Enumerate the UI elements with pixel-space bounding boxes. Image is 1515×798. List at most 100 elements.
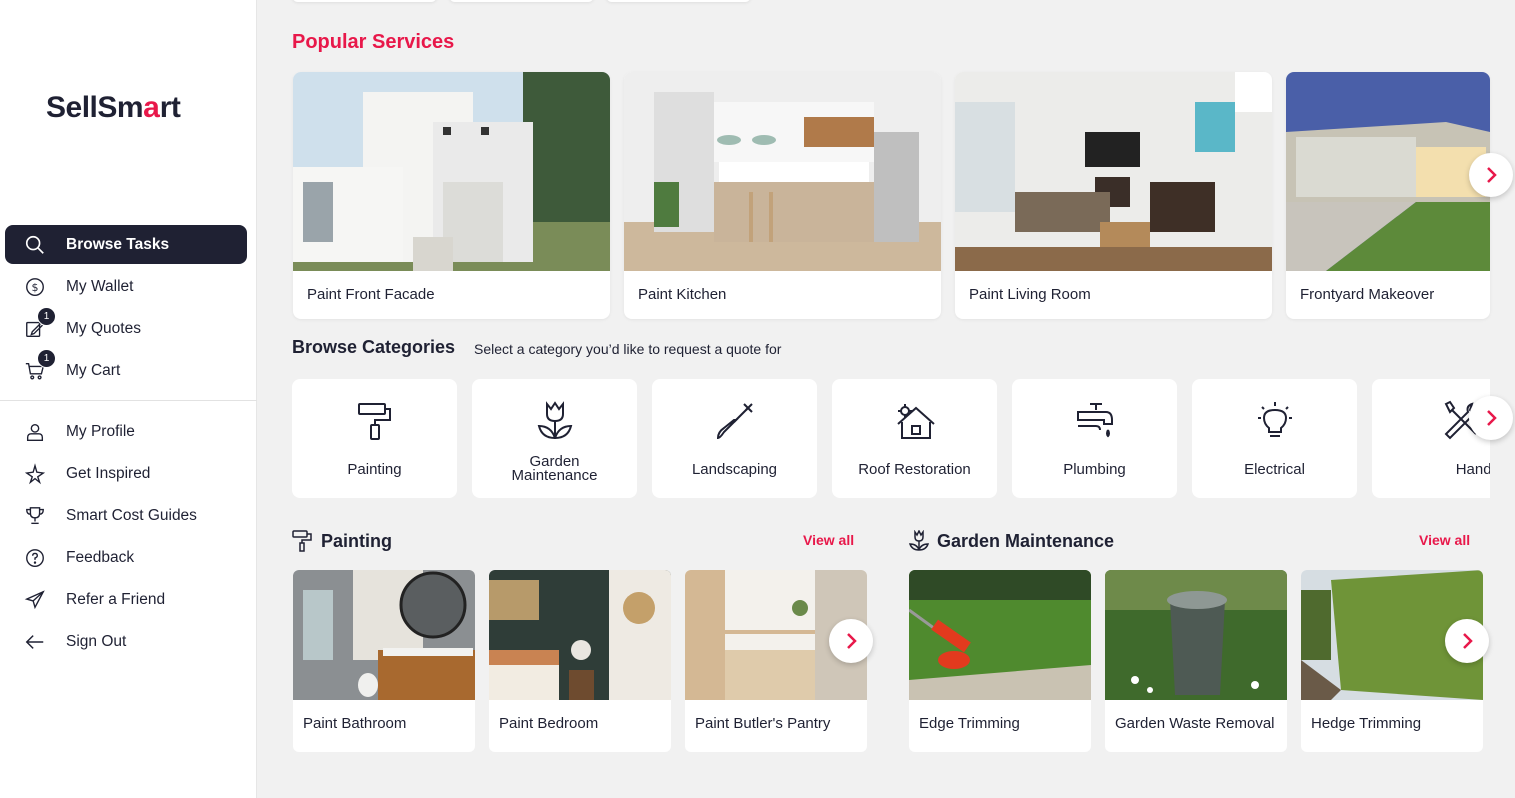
top-scrolled-cards	[292, 0, 751, 2]
task-label: Paint Bathroom	[303, 715, 407, 732]
task-label: Hedge Trimming	[1311, 715, 1422, 732]
service-card-paint-living-room[interactable]: Paint Living Room	[955, 72, 1272, 319]
categories-next-button[interactable]	[1469, 396, 1513, 440]
chevron-right-icon	[1463, 633, 1473, 649]
question-circle-icon	[23, 546, 47, 570]
sidebar-item-label: My Cart	[66, 361, 121, 379]
dollar-coin-icon: $	[23, 275, 47, 299]
browse-categories-subtitle: Select a category you’d like to request …	[474, 341, 782, 357]
category-label: Electrical	[1244, 461, 1305, 478]
sidebar-item-label: My Quotes	[66, 319, 141, 337]
service-label: Paint Kitchen	[638, 286, 727, 303]
sidebar-item-my-quotes[interactable]: 1 My Quotes	[5, 306, 247, 348]
popular-services-title: Popular Services	[292, 31, 455, 53]
painting-view-all-link[interactable]: View all	[803, 532, 854, 548]
svg-text:$: $	[32, 281, 39, 294]
logo-text-accent: a	[143, 91, 160, 124]
quotes-count-badge: 1	[37, 306, 56, 326]
category-label: Roof Restoration	[858, 461, 971, 478]
category-label-line2: Maintenance	[511, 467, 598, 484]
category-landscaping[interactable]: Landscaping	[652, 379, 817, 498]
sidebar-item-smart-cost-guides[interactable]: Smart Cost Guides	[5, 496, 247, 535]
painting-next-button[interactable]	[829, 619, 873, 663]
garden-title-text: Garden Maintenance	[937, 530, 1115, 551]
service-image	[1286, 72, 1490, 271]
task-image	[909, 570, 1091, 700]
service-card-paint-front-facade[interactable]: Paint Front Facade	[293, 72, 610, 319]
category-roof-restoration[interactable]: Roof Restoration	[832, 379, 997, 498]
task-label: Paint Butler's Pantry	[695, 715, 831, 732]
garden-view-all-link[interactable]: View all	[1419, 532, 1470, 548]
paper-plane-icon	[23, 588, 47, 612]
lightbulb-icon	[1253, 399, 1297, 443]
category-handyman[interactable]: Handyman	[1372, 379, 1490, 498]
task-card-paint-butlers-pantry[interactable]: Paint Butler's Pantry	[685, 570, 867, 752]
task-card-hedge-trimming[interactable]: Hedge Trimming	[1301, 570, 1483, 752]
category-label: Handyman	[1455, 461, 1490, 478]
sidebar-item-label: Smart Cost Guides	[66, 506, 197, 524]
task-label: Paint Bedroom	[499, 715, 599, 732]
service-image	[293, 72, 610, 271]
task-card-edge-trimming[interactable]: Edge Trimming	[909, 570, 1091, 752]
quote-edit-icon: 1	[23, 306, 56, 341]
service-image	[955, 72, 1272, 271]
tulip-icon	[908, 530, 930, 552]
task-label: Edge Trimming	[919, 715, 1020, 732]
service-card-paint-kitchen[interactable]: Paint Kitchen	[624, 72, 941, 319]
scrolled-card	[606, 0, 751, 2]
category-label: Landscaping	[691, 461, 778, 478]
sidebar: SellSm a rt Browse Tasks $ My Wallet 1 M…	[0, 0, 257, 798]
garden-maintenance-section-title: Garden Maintenance	[908, 530, 1114, 552]
category-label: Plumbing	[1063, 461, 1126, 478]
chevron-right-icon	[1487, 167, 1497, 183]
category-garden-maintenance[interactable]: Garden Maintenance	[472, 379, 637, 498]
browse-categories-title: Browse Categories	[292, 337, 456, 357]
chevron-right-icon	[847, 633, 857, 649]
task-image	[489, 570, 671, 700]
task-card-paint-bedroom[interactable]: Paint Bedroom	[489, 570, 671, 752]
tap-icon	[1073, 399, 1117, 443]
shovel-icon	[713, 399, 757, 443]
scrolled-card	[292, 0, 437, 2]
popular-next-button[interactable]	[1469, 153, 1513, 197]
garden-next-button[interactable]	[1445, 619, 1489, 663]
chevron-right-icon	[1487, 410, 1497, 426]
sidebar-item-my-cart[interactable]: 1 My Cart	[5, 348, 247, 390]
sellsmart-logo[interactable]: SellSm a rt	[46, 88, 181, 128]
scrolled-card	[449, 0, 594, 2]
task-card-garden-waste-removal[interactable]: Garden Waste Removal	[1105, 570, 1287, 752]
sidebar-divider	[0, 400, 257, 401]
category-plumbing[interactable]: Plumbing	[1012, 379, 1177, 498]
trophy-icon	[23, 504, 47, 528]
sidebar-item-my-wallet[interactable]: $ My Wallet	[5, 267, 247, 306]
sidebar-item-refer-a-friend[interactable]: Refer a Friend	[5, 580, 247, 619]
user-icon	[23, 420, 47, 444]
painting-title-text: Painting	[321, 530, 392, 551]
cart-icon: 1	[23, 348, 56, 383]
search-icon	[23, 233, 47, 257]
sidebar-item-sign-out[interactable]: Sign Out	[5, 622, 247, 661]
service-label: Paint Living Room	[969, 286, 1091, 303]
service-card-frontyard-makeover[interactable]: Frontyard Makeover	[1286, 72, 1490, 319]
sidebar-item-feedback[interactable]: Feedback	[5, 538, 247, 577]
task-label: Garden Waste Removal	[1115, 715, 1275, 732]
sidebar-item-label: My Wallet	[66, 277, 134, 295]
sidebar-item-my-profile[interactable]: My Profile	[5, 412, 247, 451]
task-card-paint-bathroom[interactable]: Paint Bathroom	[293, 570, 475, 752]
sidebar-item-browse-tasks[interactable]: Browse Tasks	[5, 225, 247, 264]
logo-text-2: rt	[159, 91, 181, 124]
house-gear-icon	[893, 399, 937, 443]
sidebar-item-get-inspired[interactable]: Get Inspired	[5, 454, 247, 493]
paint-roller-icon	[292, 530, 314, 552]
task-image	[293, 570, 475, 700]
category-label: Painting	[347, 461, 402, 478]
sidebar-item-label: Browse Tasks	[66, 235, 170, 253]
main-content: Popular Services Paint Front Facade Pain…	[258, 0, 1515, 798]
cart-count-badge: 1	[37, 348, 56, 368]
category-electrical[interactable]: Electrical	[1192, 379, 1357, 498]
sidebar-item-label: Sign Out	[66, 632, 127, 650]
service-label: Frontyard Makeover	[1300, 286, 1435, 303]
category-painting[interactable]: Painting	[292, 379, 457, 498]
paint-roller-icon	[353, 399, 397, 443]
sidebar-item-label: Feedback	[66, 548, 135, 566]
